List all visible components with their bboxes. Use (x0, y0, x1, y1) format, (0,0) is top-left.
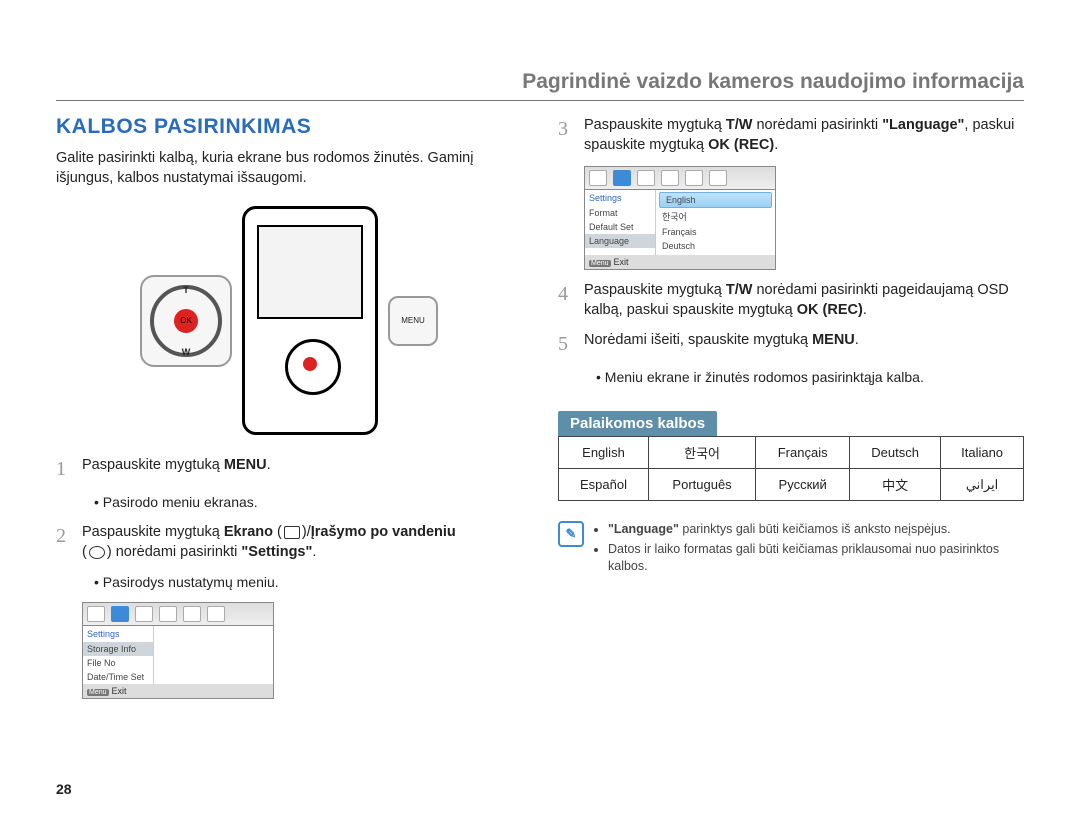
step-5-bullet: Meniu ekrane ir žinutės rodomos pasirink… (596, 368, 1024, 387)
step-text-part: Norėdami išeiti, spauskite mygtuką (584, 332, 812, 348)
step-number: 2 (56, 522, 82, 563)
underwater-icon (89, 546, 105, 559)
step-text-bold: "Language" (882, 117, 964, 133)
menu-foot-btn: Menu (589, 260, 611, 267)
step-text-bold: MENU (224, 457, 267, 473)
menu-row: Default Set (585, 220, 655, 234)
lang-cell: Français (756, 437, 850, 469)
menu-row: Language (585, 234, 655, 248)
menu-header: Settings (585, 190, 655, 206)
menu-button-icon: MENU (388, 296, 438, 346)
step-text-bold: OK (REC) (797, 302, 863, 318)
intro-text: Galite pasirinkti kalbą, kuria ekrane bu… (56, 149, 522, 188)
step-text-bold: Ekrano (224, 524, 273, 540)
menu-row: Storage Info (83, 642, 153, 656)
note-line-2: Datos ir laiko formatas gali būti keičia… (608, 541, 1024, 576)
step-text-part: . (855, 332, 859, 348)
menu-row: Format (585, 206, 655, 220)
step-text-part: ( (273, 524, 282, 540)
menu-foot-btn: Menu (87, 689, 109, 696)
lang-cell: 한국어 (648, 437, 755, 469)
menu-foot-text: Exit (112, 686, 127, 696)
step-text-part: norėdami pasirinkti (752, 117, 882, 133)
step-text-bold: T/W (726, 117, 753, 133)
note-line-1: "Language" parinktys gali būti keičiamos… (608, 521, 1024, 539)
supported-languages-title: Palaikomos kalbos (558, 411, 717, 436)
step-1-text: Paspauskite mygtuką MENU. (82, 455, 522, 483)
menu-foot-text: Exit (614, 257, 629, 267)
lang-cell: English (559, 437, 649, 469)
step-4-text: Paspauskite mygtuką T/W norėdami pasirin… (584, 280, 1024, 321)
step-text-bold: "Settings" (241, 544, 312, 560)
step-number: 5 (558, 330, 584, 358)
step-text-part: )/ (302, 524, 311, 540)
device-illustration: T W OK MENU (56, 206, 522, 435)
section-title: KALBOS PASIRINKIMAS (56, 115, 522, 139)
menu-option: 한국어 (656, 208, 775, 225)
nav-pad-icon: T W OK (140, 275, 232, 367)
menu-row: File No (83, 656, 153, 670)
supported-languages-table: English 한국어 Français Deutsch Italiano Es… (558, 436, 1024, 501)
step-text-bold: Įrašymo po vandeniu (311, 524, 456, 540)
step-5-text: Norėdami išeiti, spauskite mygtuką MENU. (584, 330, 1024, 358)
camera-body-icon (242, 206, 378, 435)
step-3-text: Paspauskite mygtuką T/W norėdami pasirin… (584, 115, 1024, 156)
note-text-bold: "Language" (608, 522, 679, 536)
step-2-text: Paspauskite mygtuką Ekrano ( )/Įrašymo po… (82, 522, 522, 563)
note-icon: ✎ (558, 521, 584, 547)
lang-cell: Русский (756, 469, 850, 501)
display-icon (284, 526, 300, 539)
menu-row: Date/Time Set (83, 670, 153, 684)
step-2-bullet: Pasirodys nustatymų meniu. (94, 573, 522, 592)
pad-w-label: W (142, 347, 230, 357)
menu-option: Français (656, 225, 775, 239)
settings-menu-screenshot-1: Settings Storage Info File No Date/Time … (82, 602, 274, 699)
lang-cell: Italiano (941, 437, 1024, 469)
menu-option: English (659, 192, 772, 208)
lang-cell: ايراني (941, 469, 1024, 501)
lang-cell: Português (648, 469, 755, 501)
menu-header: Settings (83, 626, 153, 642)
page-header: Pagrindinė vaizdo kameros naudojimo info… (56, 70, 1024, 101)
step-text-part: ) norėdami pasirinkti (107, 544, 242, 560)
step-text-part: Paspauskite mygtuką (584, 282, 726, 298)
step-text-part: Paspauskite mygtuką (82, 457, 224, 473)
menu-option: Deutsch (656, 239, 775, 253)
pad-ok-label: OK (174, 309, 198, 333)
lang-cell: Deutsch (850, 437, 941, 469)
note-text-part: parinktys gali būti keičiamos iš anksto … (679, 522, 951, 536)
step-text-bold: T/W (726, 282, 753, 298)
step-1-bullet: Pasirodo meniu ekranas. (94, 493, 522, 512)
note-block: ✎ "Language" parinktys gali būti keičiam… (558, 521, 1024, 578)
lang-cell: 中文 (850, 469, 941, 501)
step-text-part: . (863, 302, 867, 318)
step-number: 4 (558, 280, 584, 321)
step-text-bold: OK (REC) (708, 137, 774, 153)
page-number: 28 (56, 781, 72, 797)
step-text-part: Paspauskite mygtuką (82, 524, 224, 540)
step-text-bold: MENU (812, 332, 855, 348)
step-text-part: . (312, 544, 316, 560)
lang-cell: Español (559, 469, 649, 501)
step-text-part: . (774, 137, 778, 153)
step-number: 3 (558, 115, 584, 156)
pad-t-label: T (142, 285, 230, 295)
settings-menu-screenshot-2: Settings Format Default Set Language Eng… (584, 166, 776, 270)
step-text-part: Paspauskite mygtuką (584, 117, 726, 133)
step-number: 1 (56, 455, 82, 483)
step-text-part: . (267, 457, 271, 473)
step-text-part: ( (82, 544, 87, 560)
